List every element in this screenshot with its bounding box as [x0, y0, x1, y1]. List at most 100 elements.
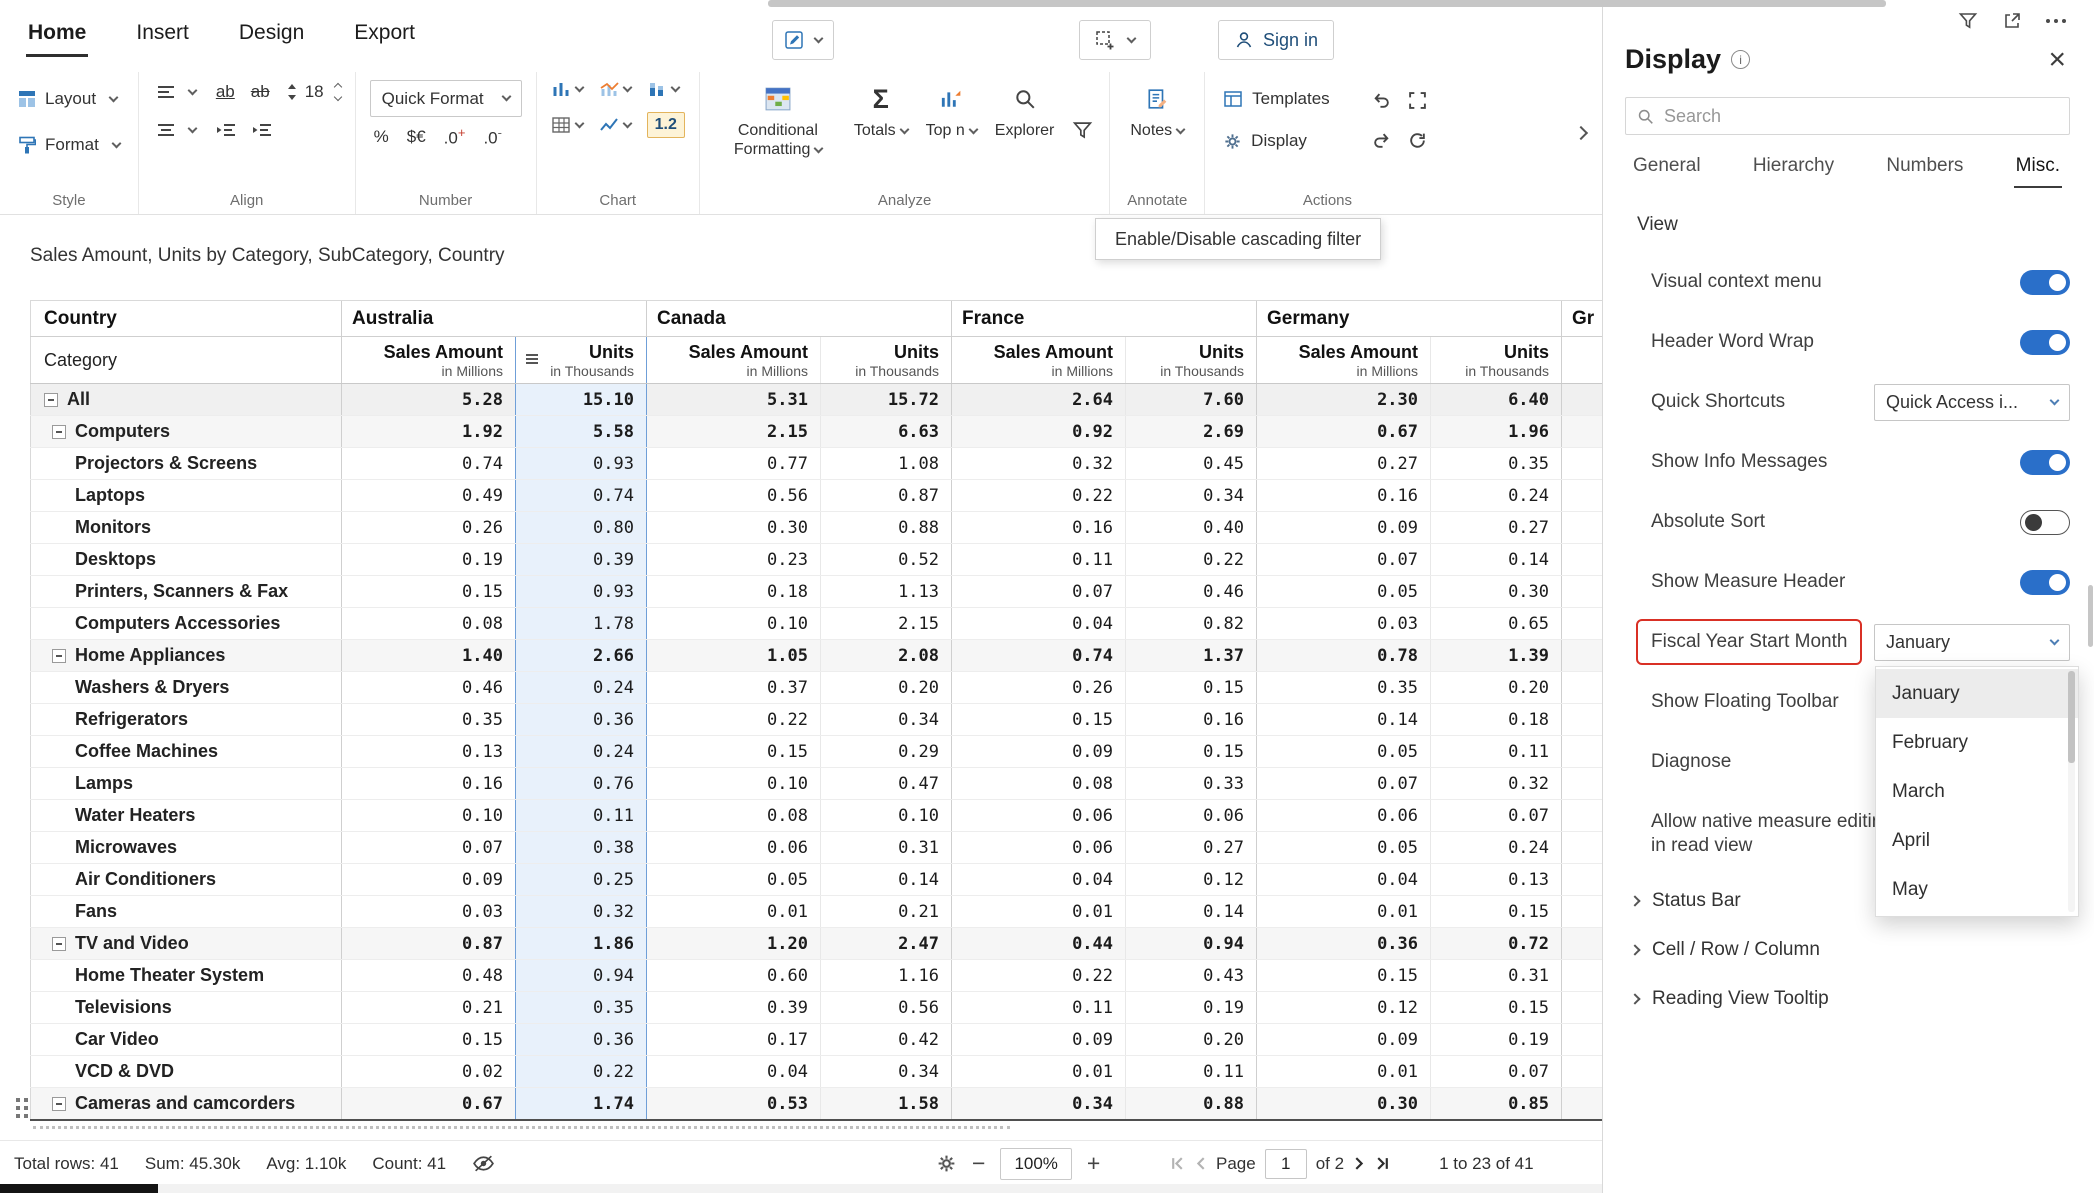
data-cell[interactable]: 1.37 [1126, 640, 1257, 672]
notes-button[interactable]: Notes [1124, 80, 1190, 144]
data-cell[interactable]: 0.16 [1257, 480, 1431, 512]
row-label-cell[interactable]: TV and Video [31, 928, 342, 960]
data-cell[interactable]: 0.15 [647, 736, 821, 768]
totals-button[interactable]: Σ Totals [848, 80, 914, 144]
drag-handle[interactable] [16, 1098, 20, 1102]
data-cell[interactable]: 0.46 [342, 672, 516, 704]
data-cell[interactable]: 0.03 [342, 896, 516, 928]
format-button[interactable]: Format [14, 126, 124, 164]
data-cell[interactable] [1562, 1088, 1602, 1121]
data-cell[interactable] [1562, 544, 1602, 576]
outdent-button[interactable] [216, 123, 236, 137]
data-cell[interactable] [1562, 1024, 1602, 1056]
layout-button[interactable]: Layout [14, 80, 124, 118]
data-cell[interactable] [1562, 576, 1602, 608]
previous-page-button[interactable] [1194, 1156, 1207, 1171]
data-cell[interactable]: 0.20 [1126, 1024, 1257, 1056]
data-cell[interactable]: 0.11 [952, 544, 1126, 576]
measure-header[interactable]: Unitsin Thousands [516, 337, 647, 384]
visual-filter-icon[interactable] [1958, 11, 1978, 31]
data-cell[interactable]: 0.36 [516, 704, 647, 736]
data-cell[interactable]: 0.09 [342, 864, 516, 896]
collapse-icon[interactable] [52, 937, 66, 951]
data-cell[interactable]: 0.08 [647, 800, 821, 832]
conditional-formatting-button[interactable]: Conditional Formatting [714, 80, 842, 163]
top-horizontal-scrollbar[interactable] [768, 0, 1886, 7]
data-cell[interactable]: 0.09 [952, 736, 1126, 768]
data-cell[interactable]: 1.40 [342, 640, 516, 672]
data-cell[interactable]: 1.92 [342, 416, 516, 448]
data-cell[interactable]: 0.07 [1257, 544, 1431, 576]
data-cell[interactable] [1562, 640, 1602, 672]
data-cell[interactable]: 0.67 [1257, 416, 1431, 448]
data-cell[interactable] [1562, 768, 1602, 800]
data-cell[interactable] [1562, 992, 1602, 1024]
data-cell[interactable]: 0.67 [342, 1088, 516, 1121]
measure-header[interactable]: Sales Amountin Millions [1562, 337, 1602, 384]
month-option-march[interactable]: March [1876, 767, 2078, 816]
data-cell[interactable]: 0.76 [516, 768, 647, 800]
data-cell[interactable]: 0.19 [1126, 992, 1257, 1024]
data-cell[interactable]: 0.30 [647, 512, 821, 544]
month-option-april[interactable]: April [1876, 816, 2078, 865]
data-cell[interactable]: 0.34 [1126, 480, 1257, 512]
data-cell[interactable]: 0.17 [647, 1024, 821, 1056]
refresh-button[interactable] [1408, 131, 1427, 150]
toggle-show-measure-header[interactable] [2020, 570, 2070, 595]
data-cell[interactable]: 0.20 [821, 672, 952, 704]
data-cell[interactable]: 7.60 [1126, 384, 1257, 416]
month-option-january[interactable]: January [1876, 669, 2078, 718]
data-cell[interactable]: 0.31 [821, 832, 952, 864]
horizontal-align-button[interactable] [153, 80, 200, 104]
top-n-button[interactable]: Top n [920, 80, 983, 144]
data-cell[interactable]: 0.14 [1257, 704, 1431, 736]
data-cell[interactable]: 1.86 [516, 928, 647, 960]
data-cell[interactable]: 0.24 [1431, 832, 1562, 864]
templates-button[interactable]: Templates [1219, 80, 1333, 118]
popout-icon[interactable] [2002, 11, 2022, 31]
data-cell[interactable]: 0.18 [1431, 704, 1562, 736]
data-cell[interactable]: 0.16 [1126, 704, 1257, 736]
data-cell[interactable]: 0.47 [821, 768, 952, 800]
data-cell[interactable]: 0.56 [821, 992, 952, 1024]
measure-header[interactable]: Unitsin Thousands [821, 337, 952, 384]
data-cell[interactable]: 0.26 [342, 512, 516, 544]
data-cell[interactable]: 0.31 [1431, 960, 1562, 992]
data-cell[interactable]: 0.08 [342, 608, 516, 640]
data-cell[interactable]: 0.04 [952, 864, 1126, 896]
row-label-cell[interactable]: Lamps [31, 768, 342, 800]
data-cell[interactable]: 1.58 [821, 1088, 952, 1121]
zoom-out-button[interactable]: − [972, 1152, 985, 1175]
data-cell[interactable]: 0.33 [1126, 768, 1257, 800]
data-cell[interactable]: 0.10 [821, 800, 952, 832]
data-cell[interactable]: 5.31 [647, 384, 821, 416]
row-label-cell[interactable]: Televisions [31, 992, 342, 1024]
indent-button[interactable] [252, 123, 272, 137]
explorer-button[interactable]: Explorer [989, 80, 1061, 144]
row-label-cell[interactable]: Coffee Machines [31, 736, 342, 768]
data-cell[interactable]: 0.37 [647, 672, 821, 704]
data-cell[interactable]: 0.34 [952, 1088, 1126, 1121]
data-cell[interactable] [1562, 1056, 1602, 1088]
data-cell[interactable]: 5.28 [342, 384, 516, 416]
data-cell[interactable]: 0.07 [1431, 800, 1562, 832]
data-cell[interactable]: 0.88 [1126, 1088, 1257, 1121]
data-cell[interactable]: 0.35 [516, 992, 647, 1024]
row-label-cell[interactable]: All [31, 384, 342, 416]
data-cell[interactable]: 0.05 [1257, 736, 1431, 768]
row-label-cell[interactable]: Home Appliances [31, 640, 342, 672]
data-cell[interactable]: 0.11 [1431, 736, 1562, 768]
page-input[interactable] [1265, 1149, 1307, 1179]
data-cell[interactable]: 0.36 [1257, 928, 1431, 960]
row-label-cell[interactable]: Computers [31, 416, 342, 448]
data-cell[interactable]: 1.39 [1431, 640, 1562, 672]
percent-button[interactable]: % [374, 127, 389, 147]
data-cell[interactable]: 0.36 [516, 1024, 647, 1056]
data-cell[interactable]: 0.43 [1126, 960, 1257, 992]
toggle-visual-context-menu[interactable] [2020, 270, 2070, 295]
data-cell[interactable]: 0.09 [952, 1024, 1126, 1056]
edit-mode-button[interactable] [772, 20, 834, 60]
section-reading-view-tooltip[interactable]: Reading View Tooltip [1603, 974, 2094, 1023]
data-cell[interactable]: 1.20 [647, 928, 821, 960]
data-cell[interactable]: 0.80 [516, 512, 647, 544]
